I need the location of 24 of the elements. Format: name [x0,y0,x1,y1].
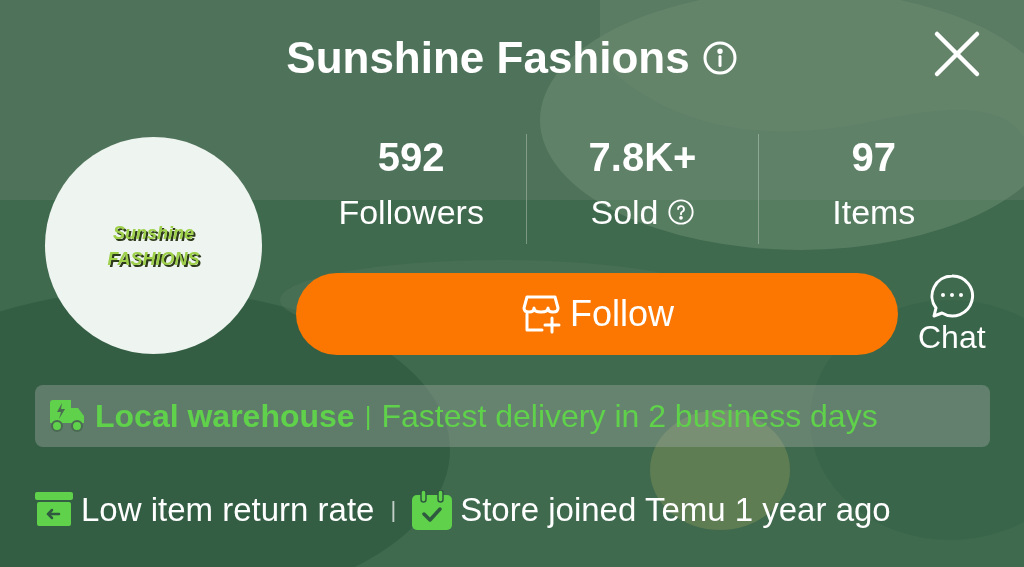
stat-value: 592 [377,134,445,180]
logo-text: FASHIONS [107,247,200,271]
info-icon [701,40,738,76]
banner-detail: Fastest delivery in 2 business days [381,397,878,436]
chat-bubble-icon [928,273,975,319]
help-icon[interactable] [666,198,695,226]
stat-label: Sold [590,192,659,232]
stat-label: Followers [338,192,484,232]
chat-button[interactable]: Chat [918,273,986,355]
store-title: Sunshine Fashions [286,32,690,84]
logo-text: Sunshine [113,221,194,245]
stat-value: 97 [851,134,897,180]
return-box-icon [35,491,73,528]
separator: | [390,496,397,525]
close-icon [933,30,981,78]
separator: | [364,399,372,433]
store-add-icon [520,294,562,334]
stat-value: 7.8K+ [588,134,697,180]
banner-highlight: Local warehouse [95,397,355,436]
stat-label: Items [832,192,916,232]
badge-label: Store joined Temu 1 year ago [460,490,891,530]
calendar-check-icon [412,489,453,530]
delivery-truck-icon [49,399,85,433]
badge-label: Low item return rate [81,490,375,530]
